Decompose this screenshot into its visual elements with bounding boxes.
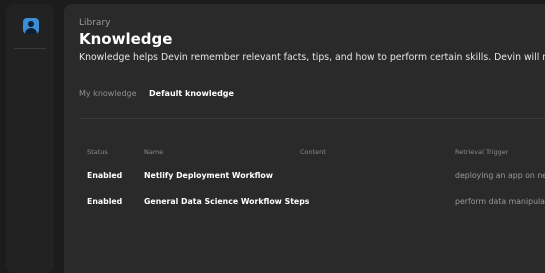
row-status: Enabled xyxy=(87,197,123,206)
tab-my-knowledge[interactable]: My knowledge xyxy=(79,89,137,98)
column-header-content: Content xyxy=(300,148,326,156)
column-header-name: Name xyxy=(144,148,164,156)
row-trigger: perform data manipulatio xyxy=(455,197,545,206)
user-avatar-icon[interactable] xyxy=(23,18,39,34)
avatar-head xyxy=(28,21,34,27)
page-title: Knowledge xyxy=(79,30,173,48)
page-description: Knowledge helps Devin remember relevant … xyxy=(79,52,545,63)
row-name: General Data Science Workflow Steps xyxy=(144,197,310,206)
column-header-status: Status xyxy=(87,148,108,156)
row-status: Enabled xyxy=(87,171,123,180)
app-window: Library Knowledge Knowledge helps Devin … xyxy=(0,0,545,273)
sidebar xyxy=(6,4,54,273)
avatar-body xyxy=(25,28,37,34)
column-header-retrieval-trigger: Retrieval Trigger xyxy=(455,148,509,156)
row-trigger: deploying an app on netl xyxy=(455,171,545,180)
main-panel: Library Knowledge Knowledge helps Devin … xyxy=(64,4,545,273)
sidebar-divider xyxy=(14,48,46,49)
tab-default-knowledge[interactable]: Default knowledge xyxy=(149,89,234,98)
table-row[interactable]: Enabled General Data Science Workflow St… xyxy=(79,197,545,217)
breadcrumb[interactable]: Library xyxy=(79,18,110,28)
row-name: Netlify Deployment Workflow xyxy=(144,171,273,180)
table-row[interactable]: Enabled Netlify Deployment Workflow depl… xyxy=(79,171,545,191)
tab-divider xyxy=(79,118,545,119)
